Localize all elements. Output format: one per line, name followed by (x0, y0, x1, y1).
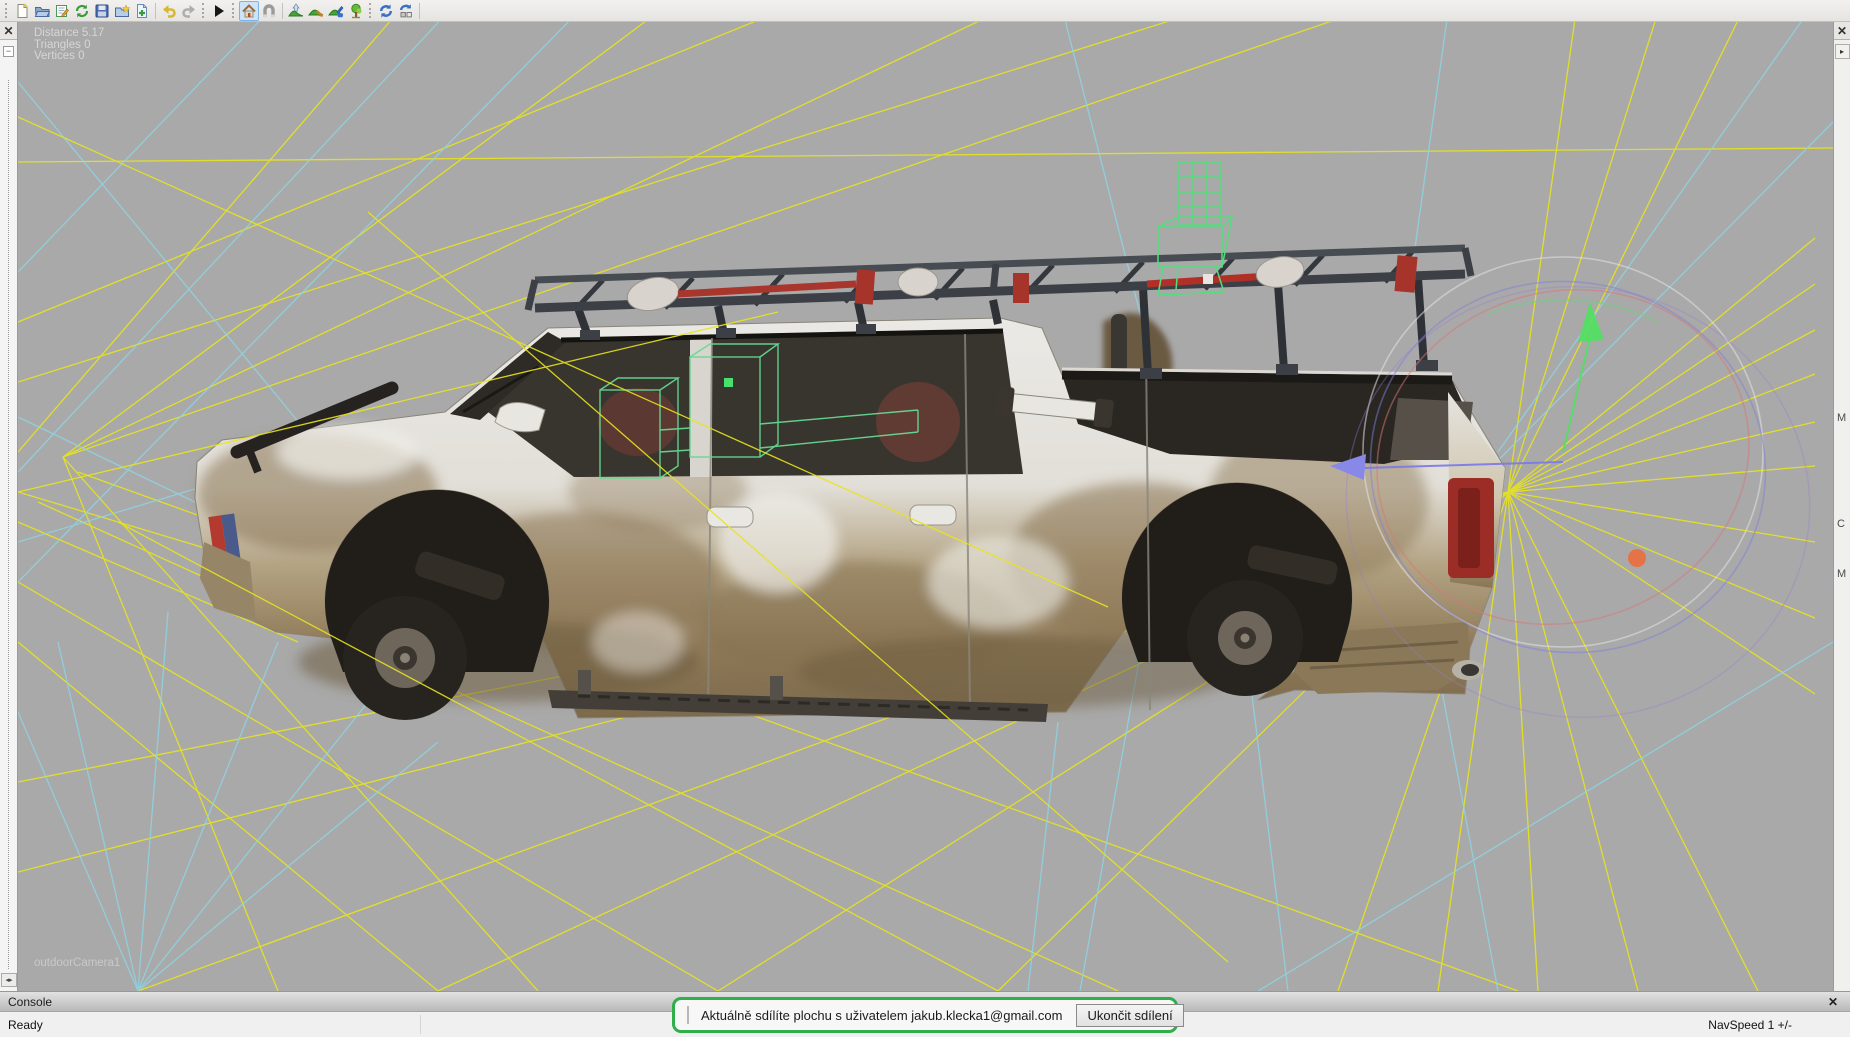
magnet-icon[interactable] (259, 1, 279, 21)
main-toolbar (0, 0, 1850, 22)
right-panel-expand-icon[interactable]: ▸ (1835, 44, 1850, 59)
stat-vertices: Vertices 0 (34, 51, 104, 63)
save-as-icon[interactable] (112, 1, 132, 21)
left-panel-close-icon[interactable]: ✕ (0, 22, 17, 40)
viewport-stats: Distance 5.17 Triangles 0 Vertices 0 (34, 28, 104, 63)
right-panel-tab[interactable]: M (1837, 568, 1846, 580)
truck-model (195, 248, 1505, 722)
camera-label: outdoorCamera1 (34, 957, 120, 969)
tree-plant-icon[interactable] (346, 1, 366, 21)
tree-root-line (8, 80, 9, 969)
play-icon[interactable] (209, 1, 229, 21)
redo-icon[interactable] (179, 1, 199, 21)
open-folder-icon[interactable] (32, 1, 52, 21)
add-page-icon[interactable] (132, 1, 152, 21)
stop-sharing-button[interactable]: Ukončit sdílení (1076, 1004, 1183, 1027)
right-panel-tab[interactable]: M (1837, 412, 1846, 424)
terrain-raise-icon[interactable] (286, 1, 306, 21)
screen-share-banner: Aktuálně sdílíte plochu s uživatelem jak… (672, 997, 1178, 1033)
wireframe-node-marker (724, 378, 733, 387)
sync-settings-icon[interactable] (396, 1, 416, 21)
status-navspeed: NavSpeed 1 +/- (1708, 1018, 1850, 1032)
toolbar-separator (419, 3, 420, 19)
refresh-icon[interactable] (72, 1, 92, 21)
stat-distance: Distance 5.17 (34, 28, 104, 40)
share-message: Aktuálně sdílíte plochu s uživatelem jak… (701, 1008, 1062, 1023)
undo-icon[interactable] (159, 1, 179, 21)
terrain-lower-icon[interactable] (306, 1, 326, 21)
viewport-3d[interactable]: Distance 5.17 Triangles 0 Vertices 0 out… (18, 22, 1833, 991)
gizmo-handle-orange[interactable] (1628, 549, 1646, 567)
status-ready: Ready (0, 1018, 43, 1032)
toolbar-grip[interactable] (232, 3, 236, 18)
banner-drag-handle[interactable] (687, 1006, 689, 1024)
new-file-icon[interactable] (12, 1, 32, 21)
left-panel-collapsed: ✕ − ◂▸ (0, 22, 18, 991)
status-separator (420, 1015, 421, 1034)
console-title: Console (8, 995, 52, 1009)
toolbar-grip[interactable] (369, 3, 373, 18)
right-panel-close-icon[interactable]: ✕ (1834, 22, 1850, 40)
horizontal-scroll-button[interactable]: ◂▸ (1, 973, 17, 987)
right-panel-collapsed: ✕ ▸ M C M (1833, 22, 1850, 991)
console-close-icon[interactable]: ✕ (1824, 995, 1842, 1009)
right-panel-tab[interactable]: C (1837, 518, 1845, 530)
toolbar-grip[interactable] (202, 3, 206, 18)
toolbar-grip[interactable] (5, 3, 9, 18)
tree-collapse-icon[interactable]: − (3, 46, 14, 57)
scene-render (18, 22, 1833, 991)
toolbar-separator (282, 3, 283, 19)
save-icon[interactable] (92, 1, 112, 21)
app-window: ✕ − ◂▸ (0, 0, 1850, 1037)
terrain-paint-icon[interactable] (326, 1, 346, 21)
home-icon[interactable] (239, 1, 259, 21)
toolbar-separator (155, 3, 156, 19)
edit-document-icon[interactable] (52, 1, 72, 21)
sync-icon[interactable] (376, 1, 396, 21)
